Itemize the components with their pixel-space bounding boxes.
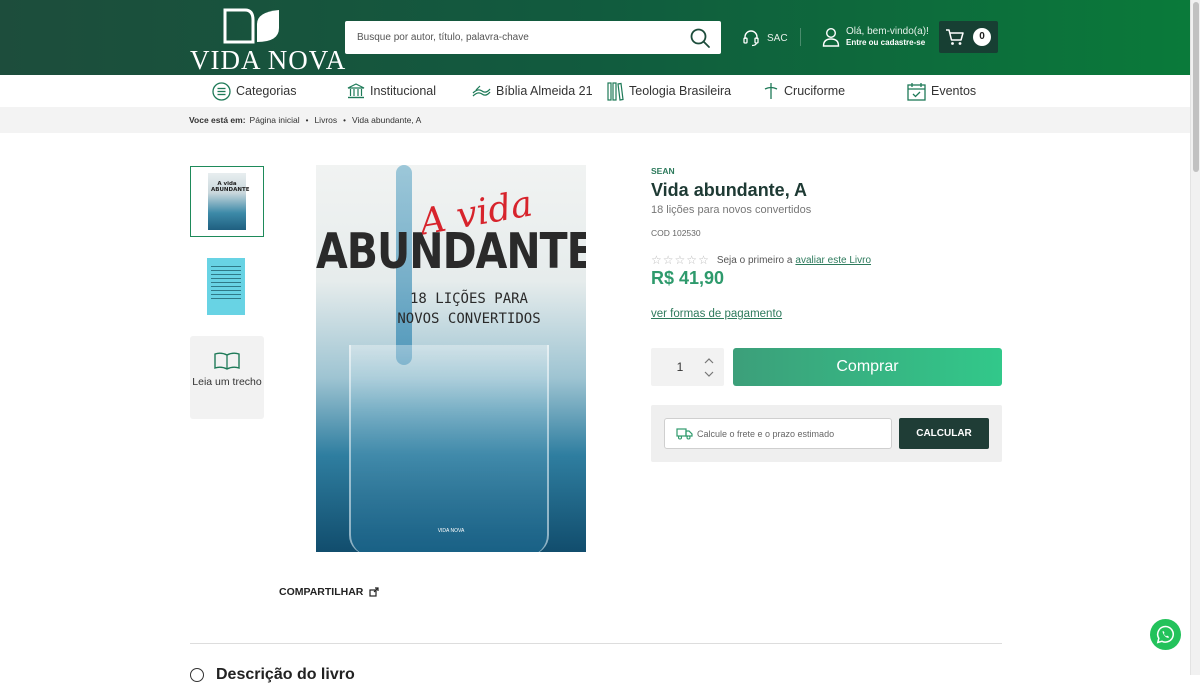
main-nav: Categorias Institucional Bíblia Almeida … (0, 75, 1190, 107)
thumbnail-front-cover[interactable]: A vida ABUNDANTE (190, 166, 264, 237)
cover-main-title: ABUNDANTE (316, 222, 586, 280)
account-link[interactable]: Olá, bem-vindo(a)! Entre ou cadastre-se (822, 26, 929, 47)
nav-label: Categorias (236, 84, 297, 98)
shipping-calculator: CALCULAR (651, 405, 1002, 462)
quantity-value[interactable]: 1 (651, 348, 709, 386)
nav-label: Bíblia Almeida 21 (496, 84, 593, 98)
vida-nova-logo[interactable]: VIDA NOVA (190, 8, 345, 75)
breadcrumb-current: Vida abundante, A (351, 115, 422, 125)
breadcrumb: Voce está em: Página inicial • Livros • … (189, 115, 421, 125)
search-icon[interactable] (689, 27, 711, 49)
breadcrumb-prefix: Voce está em: (189, 115, 246, 125)
rating-prefix: Seja o primeiro a (716, 254, 793, 266)
cover-publisher: VIDA NOVA (437, 528, 465, 534)
book-cover-image[interactable]: A vida ABUNDANTE 18 LIÇÕES PARA NOVOS CO… (316, 165, 586, 552)
expand-icon (190, 668, 204, 682)
nav-label: Cruciforme (784, 84, 846, 98)
thumbnail-back-cover[interactable] (190, 252, 264, 323)
search-bar (345, 21, 721, 54)
logo-text: VIDA NOVA (190, 45, 347, 75)
nav-label: Institucional (370, 84, 437, 98)
breadcrumb-bar: Voce está em: Página inicial • Livros • … (0, 107, 1190, 133)
read-excerpt-button[interactable]: Leia um trecho (190, 336, 264, 419)
truck-icon (676, 428, 693, 440)
breadcrumb-separator: • (343, 115, 346, 125)
logo-leaf-icon (223, 8, 279, 44)
site-header: VIDA NOVA SAC Olá, bem-vindo(a)! Entre o… (0, 0, 1190, 75)
books-icon (607, 81, 624, 101)
chevron-up-icon[interactable] (703, 356, 715, 366)
nav-item-eventos[interactable]: Eventos (907, 75, 976, 107)
breadcrumb-separator: • (305, 115, 309, 125)
star-icon: ☆ (674, 253, 686, 267)
buy-button[interactable]: Comprar (733, 348, 1002, 386)
cover-glass (349, 345, 549, 552)
nav-item-biblia-almeida[interactable]: Bíblia Almeida 21 (472, 75, 593, 107)
share-icon (369, 587, 379, 597)
cover-subtitle-line1: 18 LIÇÕES PARA (409, 291, 528, 307)
cover-subtitle-line2: NOVOS CONVERTIDOS (397, 311, 541, 327)
account-login-link[interactable]: Entre ou cadastre-se (846, 38, 929, 47)
cross-icon (764, 83, 778, 99)
nav-item-cruciforme[interactable]: Cruciforme (763, 75, 845, 107)
product-code: COD 102530 (651, 228, 701, 238)
scrollbar-thumb[interactable] (1193, 2, 1199, 172)
description-heading: Descrição do livro (216, 666, 355, 683)
chevron-down-icon[interactable] (703, 369, 715, 379)
product-price: R$ 41,90 (651, 268, 725, 288)
product-author[interactable]: SEAN (651, 166, 675, 176)
star-icon: ☆ (698, 253, 709, 267)
page-scrollbar[interactable] (1190, 0, 1200, 675)
thumbnail-image (207, 258, 245, 315)
share-button[interactable]: COMPARTILHAR (279, 586, 379, 598)
payment-options-link[interactable]: ver formas de pagamento (651, 308, 782, 320)
breadcrumb-home[interactable]: Página inicial (250, 115, 300, 125)
review-link[interactable]: avaliar este Livro (795, 255, 871, 266)
shipping-field (664, 418, 892, 449)
product-rating: ☆ ☆ ☆ ☆ ☆ Seja o primeiro a avaliar este… (651, 253, 871, 267)
account-greeting: Olá, bem-vindo(a)! (846, 26, 929, 37)
calendar-icon (907, 82, 926, 101)
star-icon: ☆ (662, 253, 674, 267)
headset-icon (743, 30, 759, 47)
rating-stars: ☆ ☆ ☆ ☆ ☆ (651, 253, 710, 267)
section-divider (190, 643, 1002, 644)
nav-label: Eventos (931, 84, 977, 98)
description-toggle[interactable]: Descrição do livro (190, 666, 355, 684)
quantity-stepper: 1 (651, 348, 724, 386)
bible-icon (472, 85, 491, 97)
header-divider (800, 28, 801, 46)
nav-label: Teologia Brasileira (629, 84, 732, 98)
nav-item-categorias[interactable]: Categorias (212, 75, 296, 107)
building-icon (347, 83, 365, 99)
whatsapp-button[interactable] (1150, 619, 1181, 650)
product-title: Vida abundante, A (651, 180, 808, 200)
shipping-input[interactable] (697, 419, 887, 448)
user-icon (822, 27, 840, 47)
nav-item-teologia-brasileira[interactable]: Teologia Brasileira (607, 75, 731, 107)
thumbnail-text: A vida ABUNDANTE (211, 181, 250, 193)
product-subtitle: 18 lições para novos convertidos (651, 204, 812, 216)
star-icon: ☆ (651, 253, 662, 267)
calculate-button[interactable]: CALCULAR (899, 418, 989, 449)
thumbnail-image: A vida ABUNDANTE (208, 173, 250, 230)
star-icon: ☆ (686, 253, 698, 267)
whatsapp-icon (1156, 625, 1174, 644)
share-label: COMPARTILHAR (279, 586, 364, 598)
search-input[interactable] (345, 21, 685, 54)
sac-link[interactable]: SAC (742, 27, 788, 49)
menu-icon (212, 81, 231, 101)
breadcrumb-livros[interactable]: Livros (314, 115, 337, 125)
open-book-icon (214, 352, 240, 370)
nav-item-institucional[interactable]: Institucional (347, 75, 436, 107)
cart-icon (946, 29, 964, 45)
read-excerpt-label: Leia um trecho (192, 376, 262, 388)
sac-label: SAC (767, 32, 788, 44)
cart-button[interactable]: 0 (939, 21, 998, 53)
cart-count-badge: 0 (973, 28, 991, 46)
